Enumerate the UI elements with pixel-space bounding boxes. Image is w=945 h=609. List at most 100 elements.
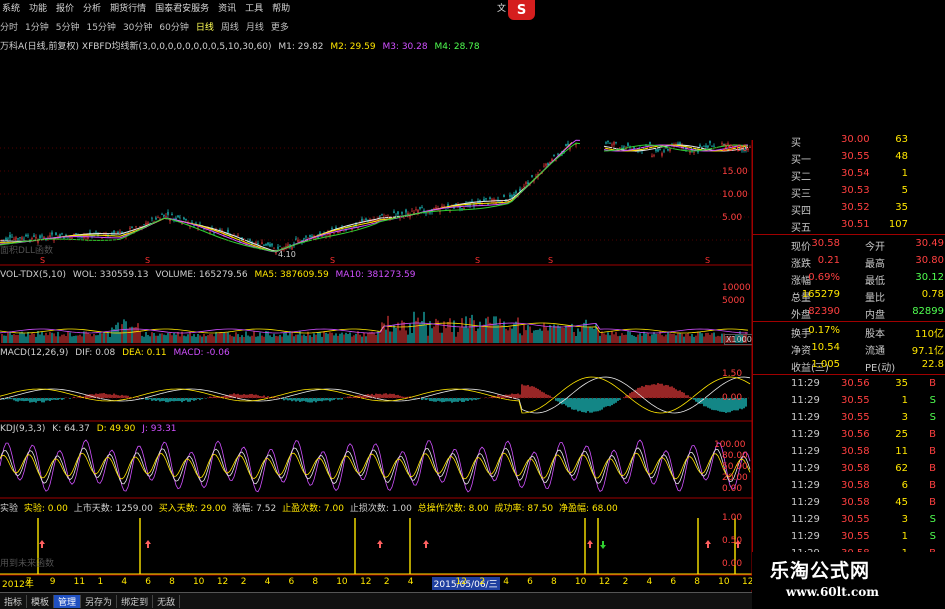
stat-value: 0.69% — [808, 272, 840, 283]
kdj-chart — [0, 439, 751, 493]
fundamental-row: 净资 10.54 流通 97.1亿 — [753, 340, 945, 357]
x-axis-label: 8 — [551, 577, 557, 587]
tick-volume: 35 — [895, 378, 908, 389]
signal-label-5: 止盈次数: 7.00 — [282, 504, 344, 514]
candle-body — [405, 209, 407, 213]
toolbar-tab-0[interactable]: 指标 — [0, 595, 28, 608]
candle-body — [417, 209, 419, 213]
stat-label: 现价 — [791, 242, 811, 253]
tick-time: 11:29 — [791, 514, 820, 525]
stat-row: 外盘 82390 内盘 82899 — [753, 304, 945, 321]
stat-value-2: 82899 — [912, 306, 944, 317]
vol-ma5: MA5: 387609.59 — [254, 270, 329, 280]
candle-body — [667, 149, 669, 151]
candle-body — [261, 242, 263, 245]
vol-indicator-name: VOL-TDX(5,10) — [0, 270, 67, 280]
bid-price: 30.00 — [841, 134, 870, 145]
candle-body — [171, 214, 173, 216]
tick-volume: 3 — [901, 412, 908, 423]
candle-body — [49, 235, 51, 238]
x-axis-label: 4 — [121, 577, 128, 587]
buy-arrow-icon — [39, 540, 45, 548]
low-price-label: 4.10 — [278, 250, 296, 259]
candle-body — [339, 231, 341, 233]
fundamental-row: 换手 0.17% 股本 110亿 — [753, 323, 945, 340]
macd-dea: DEA: 0.11 — [122, 348, 167, 358]
candle-body — [263, 245, 265, 246]
tick-row: 11:29 30.58 6 B — [753, 478, 945, 495]
candle-body — [657, 149, 659, 152]
signal-label-8: 成功率: 87.50 — [494, 504, 554, 514]
stat-row: 总量 165279 量比 0.78 — [753, 287, 945, 304]
tick-row: 11:29 30.56 25 B — [753, 427, 945, 444]
y-axis-tick-label: 100.00 — [714, 440, 746, 450]
bid-row: 买五 30.51 107 — [753, 217, 945, 234]
y-axis-tick-label: 0.50 — [722, 536, 743, 546]
bid-label: 买二 — [791, 172, 811, 183]
candle-body — [397, 211, 399, 215]
panel-separator — [753, 321, 945, 322]
candle-body — [151, 217, 153, 219]
y-axis-tick-label: 0.00 — [722, 484, 743, 494]
x-axis-label: 4 — [407, 577, 414, 587]
candle-body — [489, 197, 491, 200]
y-axis-tick-label: 1.50 — [722, 369, 743, 379]
toolbar-tab-1[interactable]: 模板 — [27, 595, 55, 608]
candle-body — [557, 153, 559, 155]
candle-body — [139, 226, 141, 228]
toolbar-tab-5[interactable]: 无敌 — [153, 595, 181, 608]
x-axis-label: 8 — [312, 577, 319, 587]
kdj-info: KDJ(9,3,3) K: 64.37 D: 49.90 J: 93.31 — [0, 424, 177, 434]
candle-body — [709, 140, 711, 144]
stat-label: 涨跌 — [791, 259, 811, 270]
ghost-formula-label: 面积DLL函数 — [0, 246, 53, 256]
candle-body — [277, 246, 279, 249]
candle-body — [471, 201, 473, 203]
stat-value-2: 0.78 — [921, 289, 944, 300]
candle-body — [267, 242, 269, 245]
tick-time: 11:29 — [791, 531, 820, 542]
stat-label-2: 最低 — [865, 276, 885, 287]
candle-body — [545, 163, 547, 166]
tick-price: 30.56 — [841, 429, 870, 440]
fundamental-row: 收益(三) 1.005 PE(动) 22.8 — [753, 357, 945, 374]
tick-time: 11:29 — [791, 463, 820, 474]
toolbar-tab-4[interactable]: 绑定到 — [117, 595, 154, 608]
bid-label: 买 — [791, 138, 801, 149]
toolbar-tab-3[interactable]: 另存为 — [81, 595, 118, 608]
y-axis-tick-label: 5.00 — [722, 213, 743, 223]
vol-wol: WOL: 330559.13 — [72, 270, 149, 280]
candle-body — [483, 199, 485, 202]
bid-volume: 63 — [895, 134, 908, 145]
chart-axes — [0, 140, 752, 592]
x-axis-label: 12 — [455, 577, 467, 587]
candle-body — [435, 207, 437, 209]
y-axis-tick-label: 80.00 — [722, 451, 748, 461]
tick-price: 30.55 — [841, 395, 870, 406]
y-axis-tick-label: 0.00 — [722, 559, 743, 569]
bid-label: 买三 — [791, 189, 811, 200]
x-axis-label: 9 — [49, 577, 56, 587]
candle-body — [157, 217, 159, 219]
candle-body — [75, 233, 77, 235]
signal-label-9: 净盈幅: 68.00 — [559, 504, 618, 514]
candle-body — [297, 239, 299, 242]
tick-row: 11:29 30.55 3 S — [753, 512, 945, 529]
fund-label: 净资 — [791, 346, 811, 357]
stat-value-2: 30.49 — [915, 238, 944, 249]
candle-body — [655, 148, 657, 152]
signal-label-1: 实验: 0.00 — [23, 504, 68, 514]
date-x-axis: 2012年 7 9 11 1 4 6 8 10 12 2 4 6 8 10 12 2 4 2015/05/06/三 1… — [0, 576, 753, 590]
candle-body — [609, 143, 611, 144]
candle-body — [381, 214, 383, 216]
tick-side: B — [929, 378, 936, 389]
candle-body — [25, 234, 27, 237]
x-axis-label: 2 — [240, 577, 247, 587]
fund-value-2: 97.1亿 — [911, 346, 944, 357]
candle-body — [9, 234, 11, 238]
tick-price: 30.58 — [841, 446, 870, 457]
x-axis-label: 2 — [383, 577, 390, 587]
stock-terminal-window: 系统 功能 报价 分析 期货行情 国泰君安服务 资讯 工具 帮助 文 S 分时 1分钟 5分钟 15分… — [0, 0, 945, 609]
toolbar-tab-2[interactable]: 管理 — [54, 595, 82, 608]
signal-info: 实验 实验: 0.00 上市天数: 1259.00 买入天数: 29.00 涨幅… — [0, 501, 618, 514]
